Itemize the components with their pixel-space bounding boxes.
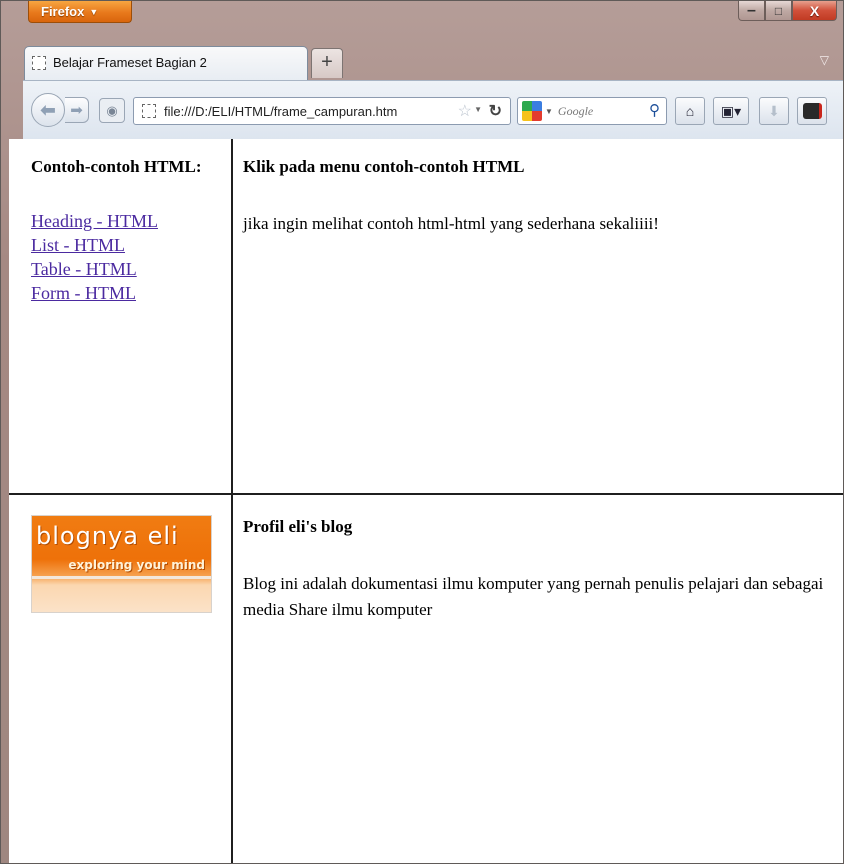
addon-button[interactable] xyxy=(797,97,827,125)
link-form-html[interactable]: Form - HTML xyxy=(31,281,232,305)
maximize-button[interactable]: □ xyxy=(765,1,792,21)
main-frame: Klik pada menu contoh-contoh HTML jika i… xyxy=(233,139,843,493)
link-heading-html[interactable]: Heading - HTML xyxy=(31,209,232,233)
menu-frame: Contoh-contoh HTML: Heading - HTML List … xyxy=(9,139,232,493)
search-placeholder: Google xyxy=(557,103,594,118)
home-button[interactable]: ⌂ xyxy=(675,97,705,125)
logo-title: blognya eli xyxy=(36,522,179,550)
reload-icon[interactable]: ↻ xyxy=(489,101,502,121)
engine-dropdown-icon[interactable]: ▼ xyxy=(545,107,553,116)
close-button[interactable]: X xyxy=(792,1,837,21)
logo-tagline: exploring your mind xyxy=(68,558,205,572)
chevron-down-icon: ▼ xyxy=(89,7,99,17)
close-icon: X xyxy=(809,2,820,19)
navigation-toolbar: ⬅ ➡ ◉ file:///D:/ELI/HTML/frame_campuran… xyxy=(23,80,843,139)
search-icon[interactable]: ⚲ xyxy=(649,101,660,119)
back-button[interactable]: ⬅ xyxy=(31,93,65,127)
bookmarks-icon: ▣▾ xyxy=(720,102,742,119)
search-bar[interactable]: ▼ Google ⚲ xyxy=(517,97,667,125)
menu-link-list: Heading - HTML List - HTML Table - HTML … xyxy=(31,209,232,305)
address-bar[interactable]: file:///D:/ELI/HTML/frame_campuran.htm ☆… xyxy=(133,97,511,125)
new-tab-button[interactable]: + xyxy=(311,48,343,78)
forward-button[interactable]: ➡ xyxy=(65,97,89,123)
site-identity-button[interactable]: ◉ xyxy=(99,98,125,123)
logo-divider xyxy=(32,576,211,579)
menu-heading: Contoh-contoh HTML: xyxy=(31,157,202,176)
home-icon: ⌂ xyxy=(685,103,695,119)
profile-heading: Profil eli's blog xyxy=(243,517,353,536)
globe-icon: ◉ xyxy=(106,102,118,118)
main-heading: Klik pada menu contoh-contoh HTML xyxy=(243,157,525,176)
bookmark-star-icon[interactable]: ☆ xyxy=(458,101,472,121)
firefox-menu-label: Firefox xyxy=(41,4,85,19)
link-table-html[interactable]: Table - HTML xyxy=(31,257,232,281)
url-text: file:///D:/ELI/HTML/frame_campuran.htm xyxy=(164,103,398,119)
tab-title: Belajar Frameset Bagian 2 xyxy=(53,55,207,70)
minimize-button[interactable]: – xyxy=(738,1,765,21)
downloads-button[interactable]: ⬇ xyxy=(759,97,789,125)
logo-frame: blognya eli exploring your mind xyxy=(9,495,232,863)
history-dropdown-icon[interactable]: ▼ xyxy=(474,105,482,114)
page-content: Contoh-contoh HTML: Heading - HTML List … xyxy=(9,139,843,863)
profile-text: Blog ini adalah dokumentasi ilmu kompute… xyxy=(243,574,824,619)
arrow-right-icon: ➡ xyxy=(70,102,83,119)
page-icon xyxy=(142,104,156,118)
arrow-left-icon: ⬅ xyxy=(40,99,56,120)
window-controls: – □ X xyxy=(738,1,837,21)
firefox-menu-button[interactable]: Firefox ▼ xyxy=(28,1,132,23)
blog-logo: blognya eli exploring your mind xyxy=(31,515,212,613)
list-all-tabs-icon[interactable]: ▽ xyxy=(820,53,829,67)
profile-frame: Profil eli's blog Blog ini adalah dokume… xyxy=(233,495,843,863)
download-icon: ⬇ xyxy=(768,102,780,119)
bookmarks-button[interactable]: ▣▾ xyxy=(713,97,749,125)
minimize-icon: – xyxy=(747,1,756,19)
plus-icon: + xyxy=(321,51,333,73)
browser-window: Firefox ▼ – □ X Belajar Frameset Bagian 2… xyxy=(0,0,844,864)
addon-icon xyxy=(802,103,822,119)
main-text: jika ingin melihat contoh html-html yang… xyxy=(243,214,659,233)
maximize-icon: □ xyxy=(774,3,783,18)
google-engine-icon[interactable] xyxy=(522,101,542,121)
page-favicon-icon xyxy=(32,56,46,70)
link-list-html[interactable]: List - HTML xyxy=(31,233,232,257)
tab-belajar-frameset[interactable]: Belajar Frameset Bagian 2 xyxy=(24,46,308,80)
